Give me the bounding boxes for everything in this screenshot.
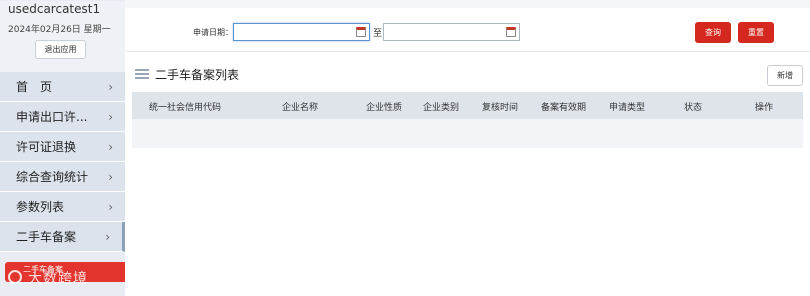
sidebar-item-label: 综合查询统计 bbox=[16, 170, 89, 184]
logout-button[interactable]: 退出应用 bbox=[35, 40, 86, 59]
column-header[interactable]: 操作 bbox=[755, 100, 773, 113]
column-header[interactable]: 状态 bbox=[684, 100, 702, 113]
watermark-logo-icon bbox=[8, 270, 22, 284]
sidebar-menu: 首 页 › 申请出口许... › 许可证退换 › 综合查询统计 › 参数列表 ›… bbox=[0, 72, 125, 252]
sidebar-item-label: 申请出口许... bbox=[16, 110, 88, 124]
chevron-right-icon: › bbox=[108, 140, 113, 154]
end-date-input[interactable] bbox=[383, 23, 520, 41]
sidebar-item-label: 参数列表 bbox=[16, 200, 65, 214]
column-header[interactable]: 复核时间 bbox=[482, 100, 518, 113]
reset-button[interactable]: 重置 bbox=[738, 22, 774, 43]
start-date-input[interactable] bbox=[233, 23, 370, 41]
date-range-separator: 至 bbox=[373, 29, 383, 39]
column-header[interactable]: 申请类型 bbox=[609, 100, 645, 113]
table-body-empty bbox=[132, 119, 803, 148]
watermark-text: 大数跨境 bbox=[28, 271, 88, 287]
sidebar-item-parameters[interactable]: 参数列表 › bbox=[0, 192, 125, 222]
calendar-icon[interactable] bbox=[506, 27, 516, 37]
chevron-right-icon: › bbox=[108, 170, 113, 184]
username: usedcarcatest1 bbox=[8, 2, 101, 16]
sidebar-item-label: 首 页 bbox=[16, 80, 53, 94]
chevron-right-icon: › bbox=[108, 110, 113, 124]
current-date: 2024年02月26日 星期一 bbox=[8, 25, 111, 35]
column-header[interactable]: 备案有效期 bbox=[541, 100, 586, 113]
main-content: 申请日期： 至 查询 重置 二手车备案列表 新增 统一社会信用代码 企业名称 企… bbox=[125, 0, 810, 296]
chevron-right-icon: › bbox=[105, 230, 110, 244]
sidebar-item-query-stats[interactable]: 综合查询统计 › bbox=[0, 162, 125, 192]
table-header: 统一社会信用代码 企业名称 企业性质 企业类别 复核时间 备案有效期 申请类型 … bbox=[132, 92, 803, 119]
list-icon bbox=[135, 69, 149, 79]
sidebar: usedcarcatest1 2024年02月26日 星期一 退出应用 首 页 … bbox=[0, 0, 125, 296]
sidebar-item-label: 许可证退换 bbox=[16, 140, 77, 154]
sidebar-item-home[interactable]: 首 页 › bbox=[0, 72, 125, 102]
add-button[interactable]: 新增 bbox=[767, 65, 803, 86]
list-title: 二手车备案列表 bbox=[155, 68, 240, 82]
filter-bar: 申请日期： 至 查询 重置 bbox=[125, 8, 810, 52]
user-block: usedcarcatest1 2024年02月26日 星期一 bbox=[0, 1, 125, 73]
date-filter-label: 申请日期： bbox=[193, 28, 233, 37]
column-header[interactable]: 企业类别 bbox=[423, 100, 459, 113]
top-strip bbox=[125, 0, 810, 8]
query-button[interactable]: 查询 bbox=[695, 22, 731, 43]
column-header[interactable]: 统一社会信用代码 bbox=[149, 100, 221, 113]
list-header: 二手车备案列表 新增 bbox=[125, 62, 810, 90]
sidebar-item-label: 二手车备案 bbox=[16, 230, 77, 244]
column-header[interactable]: 企业名称 bbox=[282, 100, 318, 113]
column-header[interactable]: 企业性质 bbox=[366, 100, 402, 113]
chevron-right-icon: › bbox=[108, 80, 113, 94]
sidebar-item-used-car-filing[interactable]: 二手车备案 › bbox=[0, 222, 125, 252]
sidebar-item-license-return[interactable]: 许可证退换 › bbox=[0, 132, 125, 162]
sidebar-item-export-license[interactable]: 申请出口许... › bbox=[0, 102, 125, 132]
chevron-right-icon: › bbox=[108, 200, 113, 214]
calendar-icon[interactable] bbox=[356, 27, 366, 37]
